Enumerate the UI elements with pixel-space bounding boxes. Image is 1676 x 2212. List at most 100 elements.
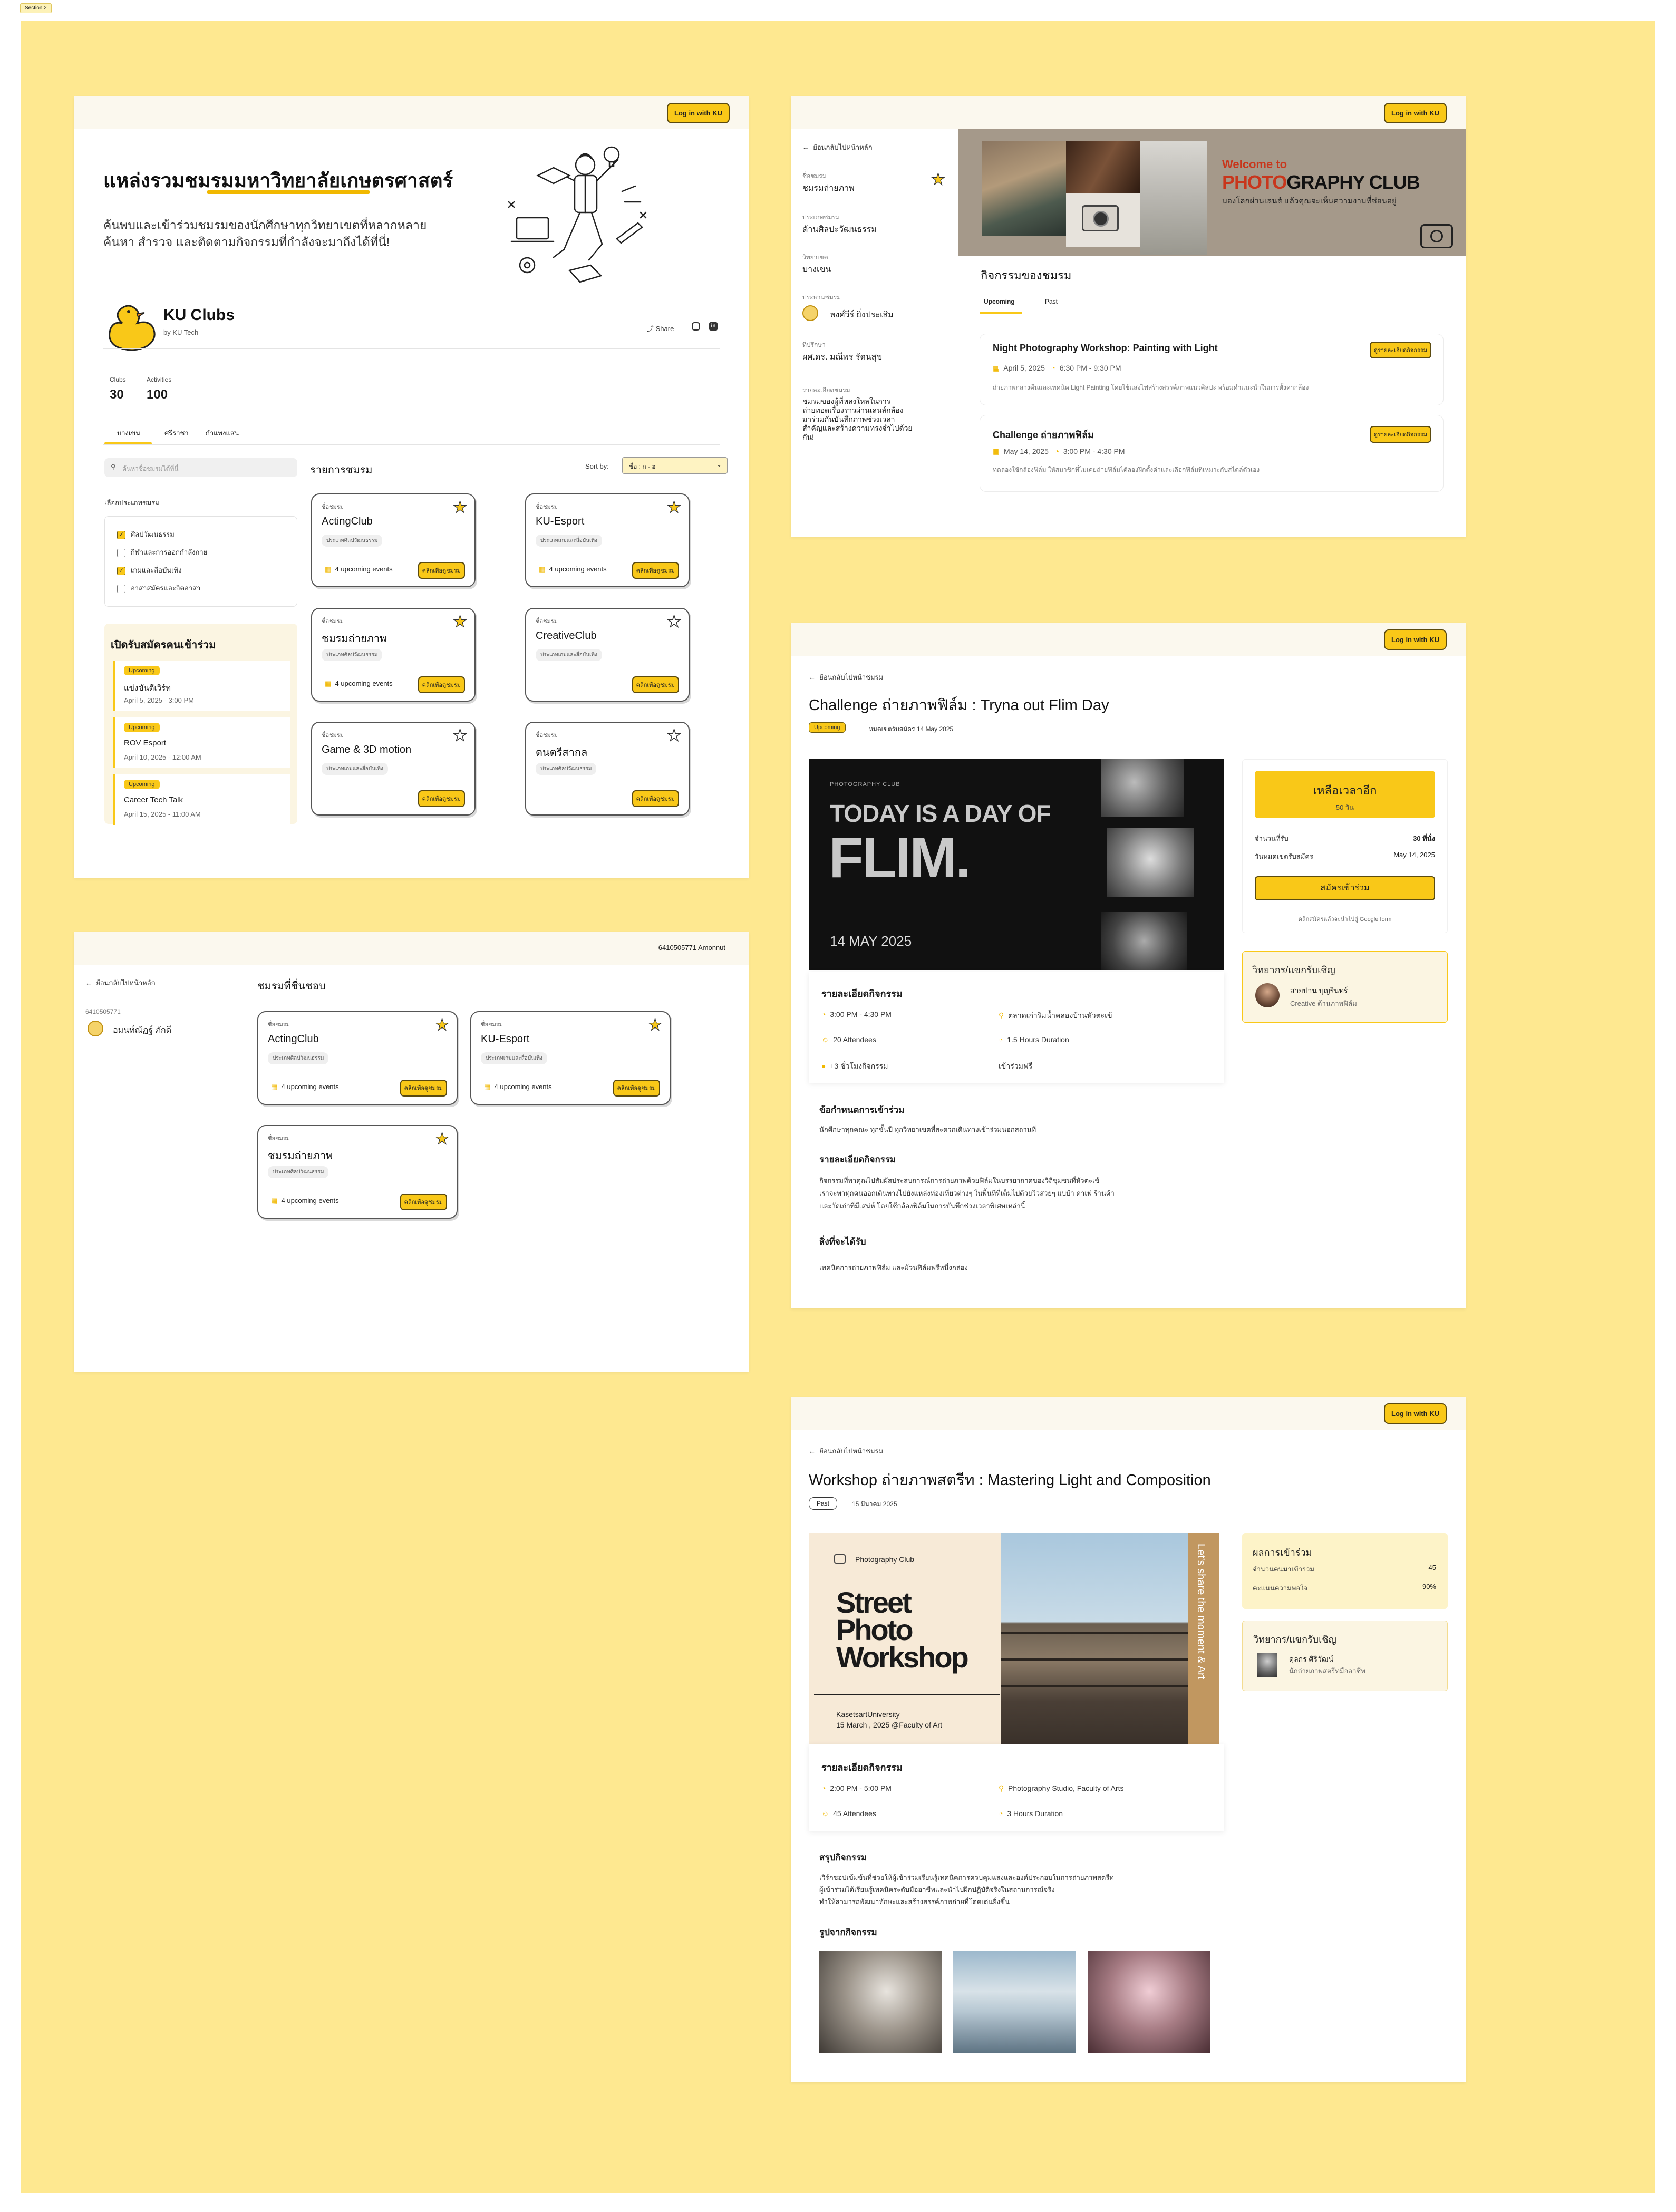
- status-badge: Past: [809, 1497, 838, 1510]
- star-filled-icon[interactable]: ★: [666, 499, 681, 516]
- open-registration-item[interactable]: Upcoming แข่งขันดีเวิร์ท April 5, 2025 -…: [113, 661, 290, 711]
- login-button[interactable]: Log in with KU: [1384, 103, 1447, 123]
- view-club-button[interactable]: คลิกเพื่อดูชมรม: [632, 562, 679, 579]
- detail-fee: เข้าร่วมฟรี: [999, 1062, 1033, 1070]
- profile-sidebar: ← ย้อนกลับไปหน้าหลัก 6410505771 อมนท์ณัฏ…: [74, 965, 241, 1372]
- sort-select[interactable]: ชื่อ : ก - ฮ ⌄: [622, 457, 728, 474]
- star-filled-icon[interactable]: ★: [647, 1017, 662, 1033]
- view-event-button[interactable]: ดูรายละเอียดกิจกรรม: [1369, 426, 1431, 443]
- club-category-badge: ประเภทเกมและสื่อบันเทิง: [481, 1052, 547, 1064]
- arrow-left-icon: ←: [809, 673, 816, 681]
- view-event-button[interactable]: ดูรายละเอียดกิจกรรม: [1369, 342, 1431, 358]
- camera-icon: [1082, 205, 1119, 231]
- open-registration-item[interactable]: Upcoming ROV Esport April 10, 2025 - 12:…: [113, 717, 290, 768]
- calendar-icon: ▦: [484, 1083, 491, 1091]
- club-card-name: ActingClub: [268, 1033, 319, 1045]
- club-card-name: KU-Esport: [536, 516, 585, 527]
- search-input[interactable]: ⚲ ค้นหาชื่อชมรมได้ที่นี่: [104, 458, 297, 477]
- photos-title: รูปจากกิจกรรม: [819, 1927, 877, 1937]
- info-label: ประเภทชมรม: [802, 214, 840, 221]
- event-desc: ทดลองใช้กล้องฟิล์ม ให้สมาชิกที่ไม่เคยถ่า…: [993, 466, 1260, 473]
- event-details-box: รายละเอียดกิจกรรม ◔ 3:00 PM - 4:30 PM ⚲ …: [809, 972, 1224, 1083]
- club-card[interactable]: ชื่อชมรม ActingClub ประเภทศิลปวัฒนธรรม ★…: [311, 493, 476, 587]
- club-card[interactable]: ชื่อชมรม ดนตรีสากล ประเภทศิลปวัฒนธรรม ★ …: [525, 722, 690, 816]
- club-card[interactable]: ชื่อชมรม Game & 3D motion ประเภทเกมและสื…: [311, 722, 476, 816]
- seats-value: 30 ที่นั่ง: [1413, 835, 1435, 842]
- upcoming-events-text: 4 upcoming events: [335, 565, 393, 573]
- banner-title-part-2: GRAPHY CLUB: [1286, 171, 1420, 193]
- tab-upcoming[interactable]: Upcoming: [984, 298, 1015, 305]
- activity-photo[interactable]: [819, 1951, 942, 2053]
- banner-photo-2: [1066, 141, 1140, 193]
- back-link[interactable]: ← ย้อนกลับไปหน้าหลัก: [802, 142, 873, 153]
- view-club-button[interactable]: คลิกเพื่อดูชมรม: [418, 676, 465, 693]
- view-club-button[interactable]: คลิกเพื่อดูชมรม: [418, 790, 465, 807]
- filter-option[interactable]: ✓ เกมและสื่อบันเทิง: [117, 565, 181, 576]
- back-link[interactable]: ← ย้อนกลับไปหน้าชมรม: [809, 1445, 883, 1457]
- upcoming-events-text: 4 upcoming events: [549, 565, 607, 573]
- tab-kamphaeng-saen[interactable]: กำแพงแสน: [206, 428, 239, 439]
- upcoming-events-text: 4 upcoming events: [281, 1083, 339, 1091]
- view-club-button[interactable]: คลิกเพื่อดูชมรม: [400, 1080, 447, 1097]
- activity-photo[interactable]: [953, 1951, 1076, 2053]
- filter-option[interactable]: อาสาสมัครและจิตอาสา: [117, 583, 200, 594]
- student-avatar: [88, 1021, 103, 1036]
- star-filled-icon[interactable]: ★: [452, 499, 467, 516]
- event-card[interactable]: Challenge ถ่ายภาพฟิล์ม ดูรายละเอียดกิจกร…: [980, 415, 1444, 492]
- event-desc: ถ่ายภาพกลางคืนและเทคนิค Light Painting โ…: [993, 384, 1309, 391]
- tab-past[interactable]: Past: [1045, 298, 1058, 305]
- back-link[interactable]: ← ย้อนกลับไปหน้าหลัก: [85, 977, 156, 988]
- view-club-button[interactable]: คลิกเพื่อดูชมรม: [613, 1080, 660, 1097]
- filter-option[interactable]: ✓ ศิลปวัฒนธรรม: [117, 529, 175, 540]
- search-placeholder: ค้นหาชื่อชมรมได้ที่นี่: [122, 465, 179, 472]
- club-card[interactable]: ชื่อชมรม KU-Esport ประเภทเกมและสื่อบันเท…: [470, 1011, 671, 1105]
- result-score-value: 90%: [1422, 1583, 1436, 1590]
- activity-photo[interactable]: [1088, 1951, 1210, 2053]
- open-registration-item[interactable]: Upcoming Career Tech Talk April 15, 2025…: [113, 774, 290, 825]
- star-filled-icon[interactable]: ★: [434, 1017, 449, 1033]
- club-card[interactable]: ชื่อชมรม CreativeClub ประเภทเกมและสื่อบั…: [525, 608, 690, 702]
- login-button[interactable]: Log in with KU: [1384, 1403, 1447, 1424]
- club-card[interactable]: ชื่อชมรม ชมรมถ่ายภาพ ประเภทศิลปวัฒนธรรม …: [311, 608, 476, 702]
- club-category-badge: ประเภทศิลปวัฒนธรรม: [536, 763, 597, 775]
- star-filled-icon[interactable]: ★: [931, 170, 945, 189]
- instagram-icon[interactable]: [692, 322, 700, 331]
- view-club-button[interactable]: คลิกเพื่อดูชมรม: [418, 562, 465, 579]
- club-card[interactable]: ชื่อชมรม ชมรมถ่ายภาพ ประเภทศิลปวัฒนธรรม …: [257, 1125, 458, 1219]
- linkedin-icon[interactable]: in: [709, 322, 718, 331]
- star-outline-icon[interactable]: ★: [666, 614, 681, 630]
- requirements-text: นักศึกษาทุกคณะ ทุกชั้นปี ทุกวิทยาเขตที่ส…: [819, 1126, 1036, 1133]
- people-icon: ☺: [821, 1809, 829, 1818]
- filter-option[interactable]: กีฬาและการออกกำลังกาย: [117, 547, 207, 558]
- user-header[interactable]: 6410505771 Amonnut: [658, 944, 725, 952]
- view-club-button[interactable]: คลิกเพื่อดูชมรม: [400, 1194, 447, 1210]
- view-club-button[interactable]: คลิกเพื่อดูชมรม: [632, 676, 679, 693]
- login-button[interactable]: Log in with KU: [667, 103, 730, 123]
- view-club-button[interactable]: คลิกเพื่อดูชมรม: [632, 790, 679, 807]
- login-button[interactable]: Log in with KU: [1384, 629, 1447, 650]
- star-filled-icon[interactable]: ★: [434, 1131, 449, 1147]
- apply-button[interactable]: สมัครเข้าร่วม: [1255, 876, 1435, 900]
- event-title: Workshop ถ่ายภาพสตรีท : Mastering Light …: [809, 1472, 1211, 1489]
- share-button[interactable]: ⤴ Share: [647, 323, 674, 333]
- upcoming-events-text: 4 upcoming events: [335, 680, 393, 687]
- club-card[interactable]: ชื่อชมรม KU-Esport ประเภทเกมและสื่อบันเท…: [525, 493, 690, 587]
- open-item-date: April 10, 2025 - 12:00 AM: [124, 753, 201, 761]
- star-outline-icon[interactable]: ★: [666, 727, 681, 744]
- star-outline-icon[interactable]: ★: [452, 727, 467, 744]
- club-card-name: KU-Esport: [481, 1033, 530, 1045]
- people-icon: ☺: [821, 1035, 829, 1044]
- event-card[interactable]: Night Photography Workshop: Painting wit…: [980, 334, 1444, 405]
- clock-icon: ◔: [1054, 447, 1059, 455]
- back-link[interactable]: ← ย้อนกลับไปหน้าชมรม: [809, 672, 883, 683]
- event-date: 15 มีนาคม 2025: [852, 1500, 897, 1508]
- star-filled-icon[interactable]: ★: [452, 614, 467, 630]
- arrow-left-icon: ←: [85, 979, 92, 987]
- tab-sriracha[interactable]: ศรีราชา: [164, 428, 189, 439]
- checkbox-icon: [117, 584, 125, 593]
- hero-underline: [207, 190, 370, 194]
- club-category-badge: ประเภทเกมและสื่อบันเทิง: [536, 649, 602, 661]
- tab-bangkhen[interactable]: บางเขน: [117, 428, 140, 439]
- poster-university: KasetsartUniversity: [836, 1710, 900, 1719]
- club-card[interactable]: ชื่อชมรม ActingClub ประเภทศิลปวัฒนธรรม ★…: [257, 1011, 458, 1105]
